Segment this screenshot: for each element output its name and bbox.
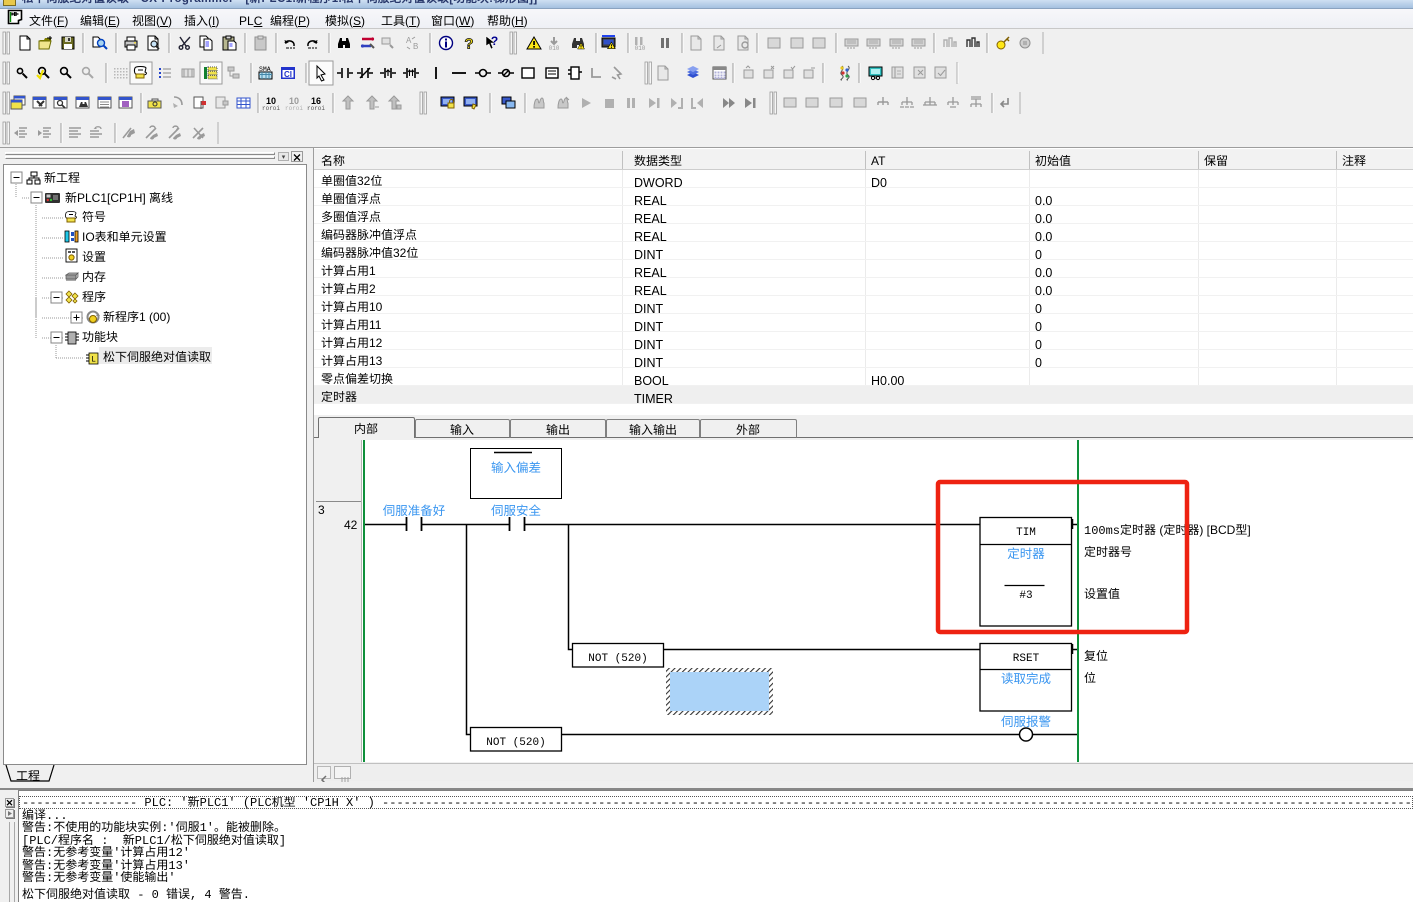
svg-text:B: B	[413, 42, 418, 51]
svg-text:A: A	[406, 36, 412, 45]
svg-text:#3: #3	[1019, 590, 1032, 602]
svg-text:RSET: RSET	[1013, 653, 1040, 665]
svg-text:伺服报警: 伺服报警	[1001, 711, 1051, 730]
svg-text:3: 3	[318, 501, 325, 518]
svg-text:NOT (520): NOT (520)	[486, 737, 545, 749]
svg-text:TIM: TIM	[1016, 527, 1036, 539]
svg-text:010: 010	[635, 45, 646, 52]
svg-text:位: 位	[1084, 669, 1096, 686]
svg-text:L: L	[91, 356, 96, 365]
svg-text:42: 42	[344, 516, 358, 533]
svg-text:010: 010	[549, 45, 560, 52]
svg-text:roroi: roroi	[262, 105, 280, 112]
svg-text:?: ?	[464, 36, 473, 53]
svg-text:定时器号: 定时器号	[1084, 543, 1132, 560]
svg-text:伺服安全: 伺服安全	[491, 500, 542, 519]
svg-text:输入偏差: 输入偏差	[491, 457, 541, 476]
svg-text:设置值: 设置值	[1084, 585, 1120, 602]
svg-text:roroi: roroi	[285, 105, 303, 112]
svg-text:定时器: 定时器	[1007, 543, 1045, 562]
svg-text:读取完成: 读取完成	[1001, 668, 1051, 687]
svg-text:NOT (520): NOT (520)	[588, 653, 647, 665]
svg-text:?: ?	[491, 34, 498, 48]
svg-text:伺服准备好: 伺服准备好	[383, 500, 446, 519]
svg-text:roroi: roroi	[307, 105, 325, 112]
svg-text:100ms: 100ms	[1084, 524, 1120, 538]
svg-text:复位: 复位	[1084, 647, 1108, 664]
svg-text:CI: CI	[284, 70, 292, 79]
